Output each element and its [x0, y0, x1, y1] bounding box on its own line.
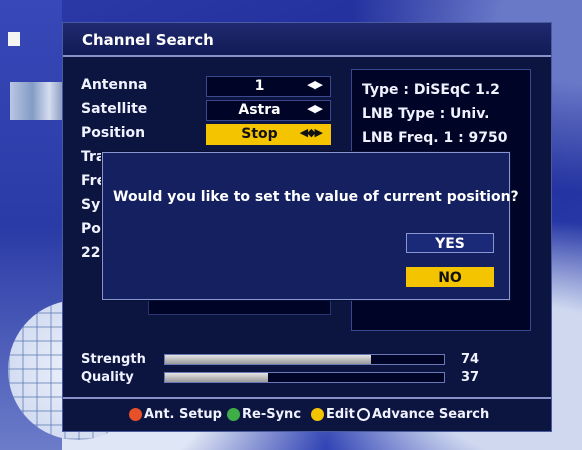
- quality-value: 37: [461, 370, 480, 385]
- position-value: Stop: [241, 126, 278, 142]
- panel-header: Channel Search: [63, 23, 551, 57]
- satellite-selector[interactable]: Astra ◀▶: [206, 100, 331, 121]
- move-arrows-icon: ◀◆▶: [299, 126, 323, 139]
- diseqc-type: Type : DiSEqC 1.2: [362, 82, 500, 98]
- resync-label: Re-Sync: [242, 407, 302, 422]
- page-title: Channel Search: [82, 31, 214, 49]
- strength-value: 74: [461, 352, 480, 367]
- edit-hint[interactable]: Edit: [311, 407, 355, 422]
- antenna-selector[interactable]: 1 ◀▶: [206, 76, 331, 97]
- confirm-dialog: Would you like to set the value of curre…: [102, 152, 519, 300]
- footer-legend: Ant. Setup Re-Sync Edit Advance Search: [63, 397, 551, 431]
- satellite-value: Astra: [238, 102, 281, 118]
- dialog-message: Would you like to set the value of curre…: [113, 189, 519, 205]
- symbol-rate-label: Sy: [81, 197, 101, 213]
- blue-button-icon: [357, 408, 370, 421]
- resync-hint[interactable]: Re-Sync: [227, 407, 301, 422]
- advance-search-label: Advance Search: [372, 407, 490, 422]
- lnb-type: LNB Type : Univ.: [362, 106, 490, 122]
- left-right-arrows-icon: ◀▶: [307, 102, 323, 115]
- yellow-button-icon: [311, 408, 324, 421]
- advance-search-hint[interactable]: Advance Search: [357, 407, 489, 422]
- no-button[interactable]: NO: [406, 267, 494, 287]
- quality-label: Quality: [81, 370, 134, 385]
- ant-setup-hint[interactable]: Ant. Setup: [129, 407, 222, 422]
- red-button-icon: [129, 408, 142, 421]
- antenna-label: Antenna: [81, 77, 148, 93]
- antenna-value: 1: [254, 78, 265, 94]
- ant-setup-label: Ant. Setup: [144, 407, 222, 422]
- strength-meter: [164, 354, 445, 365]
- position-label: Position: [81, 125, 146, 141]
- green-button-icon: [227, 408, 240, 421]
- position-selector[interactable]: Stop ◀◆▶: [206, 124, 331, 145]
- strength-label: Strength: [81, 352, 146, 367]
- background-artifact: [8, 32, 20, 46]
- quality-meter: [164, 372, 445, 383]
- satellite-label: Satellite: [81, 101, 148, 117]
- left-right-arrows-icon: ◀▶: [307, 78, 323, 91]
- lnb-frequency: LNB Freq. 1 : 9750: [362, 130, 508, 146]
- background-image-fragment: [10, 82, 66, 120]
- yes-button[interactable]: YES: [406, 233, 494, 253]
- strength-meter-fill: [165, 355, 372, 364]
- quality-meter-fill: [165, 373, 269, 382]
- edit-label: Edit: [326, 407, 355, 422]
